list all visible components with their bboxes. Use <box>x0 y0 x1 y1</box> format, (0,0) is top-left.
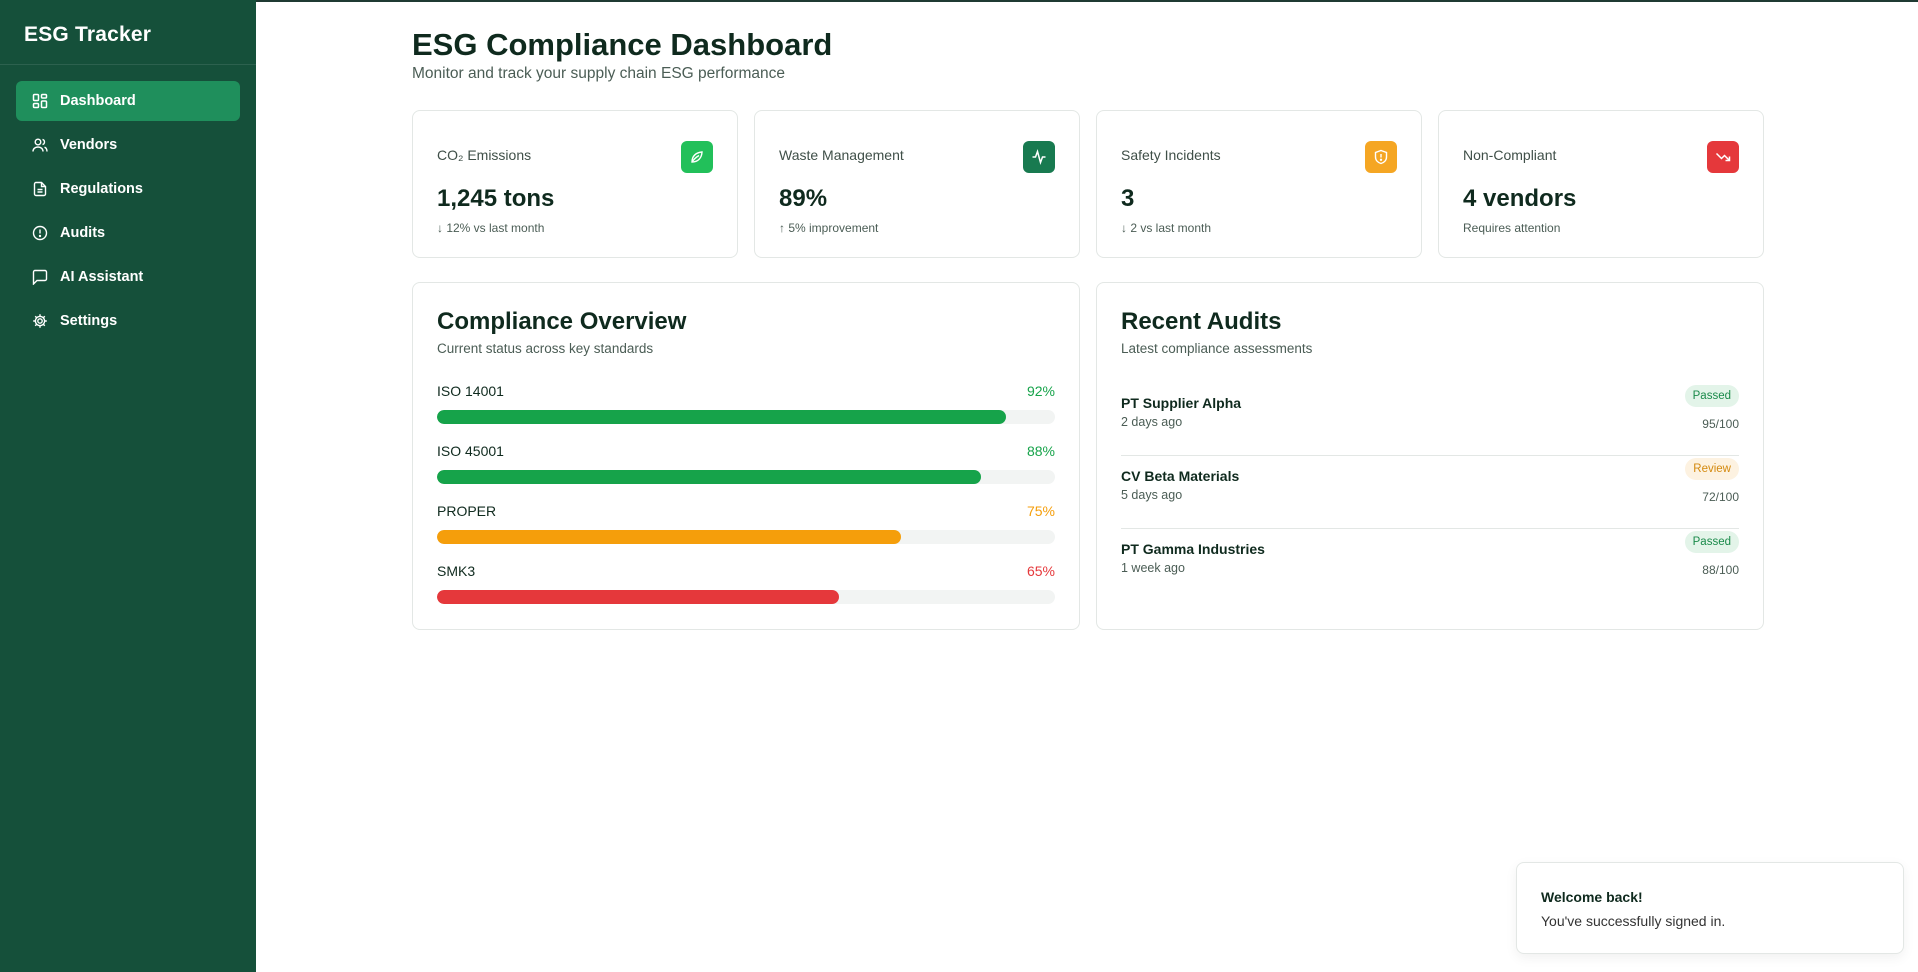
audit-vendor-name: CV Beta Materials <box>1121 468 1240 484</box>
panel-title: Recent Audits <box>1121 308 1282 335</box>
stat-value: 89% <box>779 185 828 212</box>
main-content: ESG Compliance Dashboard Monitor and tra… <box>256 0 1918 972</box>
sidebar-item-audits[interactable]: Audits <box>16 213 240 253</box>
sidebar-item-vendors[interactable]: Vendors <box>16 125 240 165</box>
stat-card-co2-emissions: CO₂ Emissions 1,245 tons ↓ 12% vs last m… <box>412 110 738 258</box>
status-badge: Review <box>1685 458 1739 480</box>
sidebar-item-label: Dashboard <box>60 93 136 109</box>
stat-note: Requires attention <box>1463 221 1561 235</box>
compliance-overview-panel: Compliance Overview Current status acros… <box>412 282 1080 630</box>
stat-label: Safety Incidents <box>1121 147 1221 163</box>
activity-icon <box>1023 141 1055 173</box>
file-text-icon <box>32 181 48 197</box>
page-subtitle: Monitor and track your supply chain ESG … <box>412 65 786 82</box>
compliance-percent: 92% <box>1026 383 1055 399</box>
gear-icon <box>32 313 48 329</box>
sidebar-item-dashboard[interactable]: Dashboard <box>16 81 240 121</box>
users-icon <box>32 137 48 153</box>
progress-track <box>437 410 1055 424</box>
audit-list-item[interactable]: PT Gamma Industries 1 week ago Passed 88… <box>1121 529 1739 602</box>
toast-notification[interactable]: Welcome back! You've successfully signed… <box>1516 862 1904 954</box>
progress-track <box>437 470 1055 484</box>
stat-card-safety-incidents: Safety Incidents 3 ↓ 2 vs last month <box>1096 110 1422 258</box>
stat-note: ↓ 12% vs last month <box>437 221 545 235</box>
audit-score: 95/100 <box>1702 417 1739 431</box>
progress-track <box>437 530 1055 544</box>
sidebar: ESG Tracker Dashboard Vendors Regulation… <box>0 0 256 972</box>
compliance-percent: 65% <box>1026 563 1055 579</box>
sidebar-item-ai-assistant[interactable]: AI Assistant <box>16 257 240 297</box>
sidebar-item-label: Vendors <box>60 137 118 153</box>
progress-track <box>437 590 1055 604</box>
status-badge: Passed <box>1684 531 1739 553</box>
panel-subtitle: Latest compliance assessments <box>1121 341 1313 356</box>
compliance-item-proper: PROPER 75% <box>437 503 1055 544</box>
sidebar-item-label: Regulations <box>60 181 143 197</box>
audit-time: 1 week ago <box>1121 561 1185 575</box>
compliance-percent: 88% <box>1026 443 1055 459</box>
audit-score: 88/100 <box>1702 563 1739 577</box>
dashboard-grid-icon <box>32 93 48 109</box>
stat-value: 4 vendors <box>1463 185 1577 212</box>
audit-time: 2 days ago <box>1121 415 1183 429</box>
progress-fill <box>437 410 1006 424</box>
stat-label: CO₂ Emissions <box>437 147 532 163</box>
audit-list-item[interactable]: CV Beta Materials 5 days ago Review 72/1… <box>1121 456 1739 529</box>
compliance-item-iso-45001: ISO 45001 88% <box>437 443 1055 484</box>
audit-score: 72/100 <box>1702 490 1739 504</box>
compliance-item-smk3: SMK3 65% <box>437 563 1055 604</box>
sidebar-item-label: AI Assistant <box>60 269 144 285</box>
audit-vendor-name: PT Supplier Alpha <box>1121 395 1242 411</box>
stat-label: Non-Compliant <box>1463 147 1557 163</box>
compliance-item-iso-14001: ISO 14001 92% <box>437 383 1055 424</box>
alert-circle-icon <box>32 225 48 241</box>
stat-card-waste-management: Waste Management 89% ↑ 5% improvement <box>754 110 1080 258</box>
trending-down-icon <box>1707 141 1739 173</box>
app-title: ESG Tracker <box>0 0 256 65</box>
compliance-standard-name: PROPER <box>437 503 497 519</box>
sidebar-nav: Dashboard Vendors Regulations Audits AI … <box>0 65 256 341</box>
panel-title: Compliance Overview <box>437 308 687 335</box>
sidebar-item-regulations[interactable]: Regulations <box>16 169 240 209</box>
message-square-icon <box>32 269 48 285</box>
stat-value: 1,245 tons <box>437 185 555 212</box>
stat-label: Waste Management <box>779 147 904 163</box>
panel-subtitle: Current status across key standards <box>437 341 654 356</box>
sidebar-item-settings[interactable]: Settings <box>16 301 240 341</box>
sidebar-item-label: Audits <box>60 225 106 241</box>
toast-title: Welcome back! <box>1541 889 1643 905</box>
compliance-standard-name: SMK3 <box>437 563 476 579</box>
recent-audits-panel: Recent Audits Latest compliance assessme… <box>1096 282 1764 630</box>
stat-note: ↑ 5% improvement <box>779 221 879 235</box>
audit-list-item[interactable]: PT Supplier Alpha 2 days ago Passed 95/1… <box>1121 383 1739 456</box>
audit-time: 5 days ago <box>1121 488 1183 502</box>
compliance-percent: 75% <box>1026 503 1055 519</box>
shield-alert-icon <box>1365 141 1397 173</box>
stat-value: 3 <box>1121 185 1135 212</box>
progress-fill <box>437 530 901 544</box>
progress-fill <box>437 590 839 604</box>
compliance-standard-name: ISO 45001 <box>437 443 504 459</box>
stat-note: ↓ 2 vs last month <box>1121 221 1212 235</box>
sidebar-item-label: Settings <box>60 313 118 329</box>
page-title: ESG Compliance Dashboard <box>412 27 833 62</box>
compliance-standard-name: ISO 14001 <box>437 383 504 399</box>
status-badge: Passed <box>1684 385 1739 407</box>
audit-vendor-name: PT Gamma Industries <box>1121 541 1265 557</box>
progress-fill <box>437 470 981 484</box>
leaf-icon <box>681 141 713 173</box>
toast-message: You've successfully signed in. <box>1541 913 1726 929</box>
stat-card-non-compliant: Non-Compliant 4 vendors Requires attenti… <box>1438 110 1764 258</box>
